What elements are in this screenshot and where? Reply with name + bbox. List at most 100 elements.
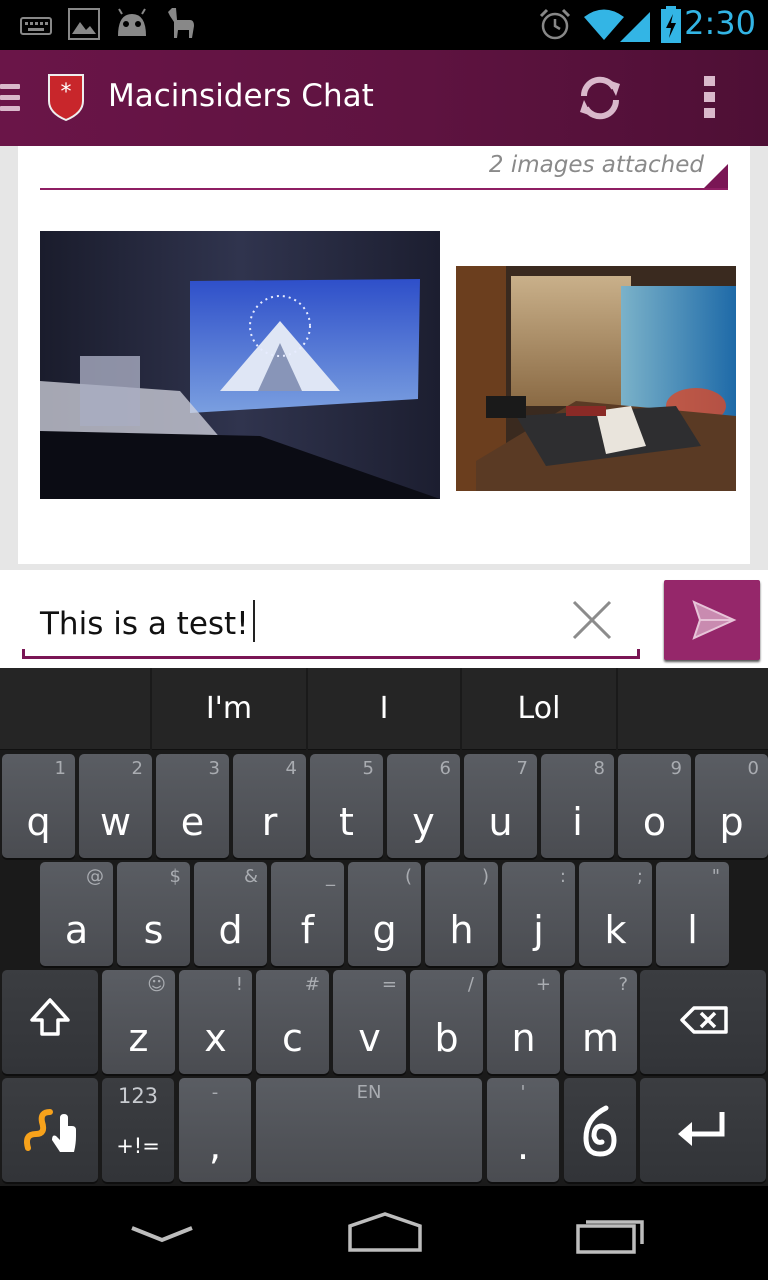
key-i[interactable]: 8i	[541, 754, 614, 858]
key-k[interactable]: ; k	[579, 862, 652, 966]
period-key[interactable]: ' .	[487, 1078, 559, 1182]
key-label: x	[204, 1016, 227, 1060]
key-z[interactable]: ☺ z	[102, 970, 175, 1074]
app-title: Macinsiders Chat	[108, 78, 374, 114]
suggestion-divider	[150, 668, 152, 750]
suggestion-1[interactable]: I	[308, 668, 460, 750]
key-hint: 1	[54, 758, 66, 779]
key-hint: !	[235, 974, 243, 995]
key-d[interactable]: & d	[194, 862, 267, 966]
space-key[interactable]: EN	[256, 1078, 482, 1182]
suggestion-2[interactable]: Lol	[462, 668, 616, 750]
key-label: w	[99, 800, 132, 844]
battery-icon	[661, 6, 681, 43]
message-input[interactable]: This is a test!	[40, 600, 255, 642]
swype-icon	[24, 1109, 76, 1152]
key-hint: /	[467, 974, 474, 995]
key-label: o	[642, 800, 667, 844]
composer: This is a test!	[0, 570, 768, 668]
symbols-key-top: 123	[117, 1084, 159, 1108]
back-icon[interactable]	[122, 1214, 202, 1250]
space-key-label: EN	[356, 1082, 382, 1103]
key-r[interactable]: 4r	[233, 754, 306, 858]
send-icon	[692, 600, 737, 640]
shift-key[interactable]	[2, 970, 98, 1074]
key-hint: 3	[208, 758, 220, 779]
backspace-icon	[680, 1006, 728, 1034]
key-o[interactable]: 9o	[618, 754, 691, 858]
period-key-label: .	[516, 1124, 530, 1168]
key-e[interactable]: 3e	[156, 754, 229, 858]
key-label: z	[128, 1016, 149, 1060]
key-c[interactable]: # c	[256, 970, 329, 1074]
key-hint: 4	[285, 758, 297, 779]
keyboard-icon	[20, 17, 52, 35]
suggestion-0[interactable]: I'm	[152, 668, 306, 750]
key-p[interactable]: 0p	[695, 754, 768, 858]
alarm-icon	[539, 8, 571, 40]
key-v[interactable]: = v	[333, 970, 406, 1074]
attachments-corner	[704, 164, 728, 188]
aquarium-bedroom-image[interactable]	[456, 266, 736, 491]
key-a[interactable]: @ a	[40, 862, 113, 966]
key-hint: @	[86, 866, 104, 887]
overflow-icon[interactable]	[704, 76, 718, 122]
dragon-key[interactable]	[564, 1078, 636, 1182]
recents-icon[interactable]	[570, 1212, 650, 1256]
key-hint: 7	[516, 758, 528, 779]
key-label: q	[26, 800, 51, 844]
key-y[interactable]: 6y	[387, 754, 460, 858]
key-q[interactable]: 1q	[2, 754, 75, 858]
key-l[interactable]: " l	[656, 862, 729, 966]
backspace-key[interactable]	[640, 970, 766, 1074]
key-hint: 8	[593, 758, 605, 779]
svg-text:*: *	[61, 80, 72, 105]
key-label: l	[687, 908, 698, 952]
key-u[interactable]: 7u	[464, 754, 537, 858]
suggestion-strip: I'm I Lol	[0, 668, 768, 750]
key-hint: 5	[362, 758, 374, 779]
home-icon[interactable]	[340, 1210, 430, 1254]
key-label: c	[282, 1016, 303, 1060]
attachments-divider	[40, 188, 728, 190]
key-label: s	[143, 908, 164, 952]
suggestion-label: Lol	[517, 691, 561, 726]
send-button[interactable]	[664, 580, 760, 660]
menu-icon[interactable]	[0, 84, 20, 114]
key-j[interactable]: :j	[502, 862, 575, 966]
key-m[interactable]: ? m	[564, 970, 637, 1074]
key-b[interactable]: / b	[410, 970, 483, 1074]
attachments-label: 2 images attached	[488, 152, 704, 178]
enter-key[interactable]	[640, 1078, 766, 1182]
key-hint: #	[304, 974, 320, 995]
key-t[interactable]: 5t	[310, 754, 383, 858]
key-hint: ☺	[147, 974, 166, 995]
home-theater-bedroom-image[interactable]	[40, 231, 440, 499]
comma-key-label: ,	[208, 1124, 222, 1168]
swype-key[interactable]	[2, 1078, 98, 1182]
suggestion-divider	[616, 668, 618, 750]
key-hint: 2	[131, 758, 143, 779]
key-n[interactable]: + n	[487, 970, 560, 1074]
text-cursor	[252, 600, 255, 642]
llama-icon	[168, 8, 194, 38]
comma-key[interactable]: - ,	[179, 1078, 251, 1182]
chat-content: 2 images attached	[0, 146, 768, 570]
symbols-key[interactable]: 123 +!=	[102, 1078, 174, 1182]
key-w[interactable]: 2w	[79, 754, 152, 858]
key-h[interactable]: ) h	[425, 862, 498, 966]
message-text: This is a test!	[40, 606, 249, 642]
key-g[interactable]: (g	[348, 862, 421, 966]
key-f[interactable]: _ f	[271, 862, 344, 966]
key-label: u	[488, 800, 513, 844]
suggestion-label: I	[379, 691, 389, 726]
shift-icon	[30, 998, 70, 1036]
key-s[interactable]: $ s	[117, 862, 190, 966]
close-icon[interactable]	[570, 598, 614, 642]
dragon-mic-icon	[583, 1105, 617, 1157]
key-hint: "	[711, 866, 720, 887]
key-x[interactable]: ! x	[179, 970, 252, 1074]
refresh-icon[interactable]	[576, 74, 624, 122]
shield-logo-icon[interactable]: *	[48, 73, 84, 121]
key-hint: (	[404, 866, 412, 887]
